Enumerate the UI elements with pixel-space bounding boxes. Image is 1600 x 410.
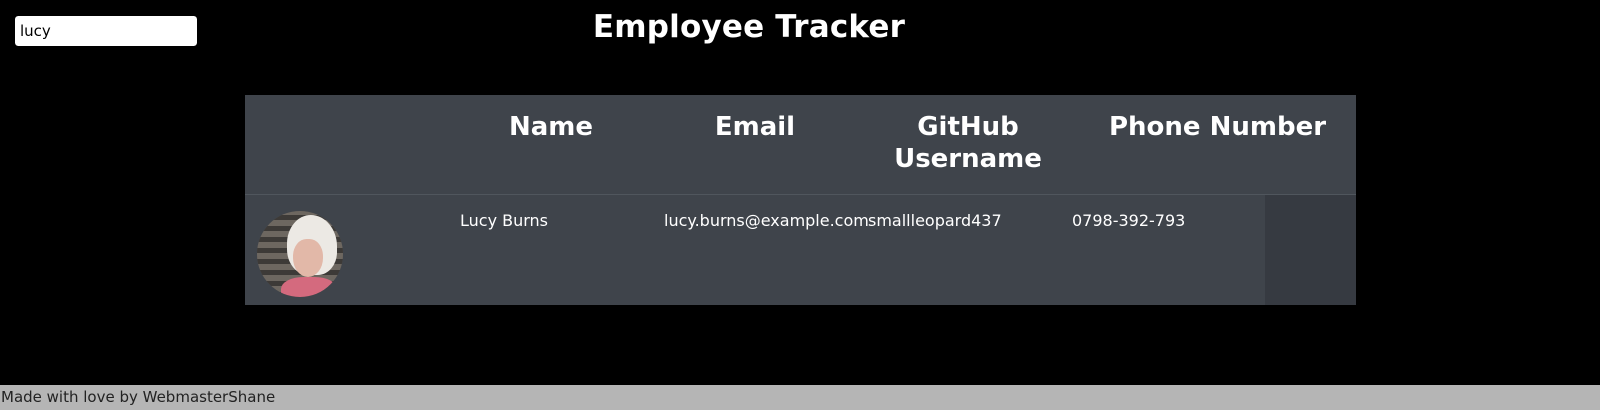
employee-table: Name Email GitHub Username Phone Number <box>245 95 1356 305</box>
column-header-name[interactable]: Name <box>449 95 653 195</box>
cell-avatar <box>245 194 449 304</box>
row-end-shade <box>1265 194 1356 305</box>
cell-email: lucy.burns@example.com <box>664 210 869 230</box>
page-title: Employee Tracker <box>592 9 906 45</box>
cell-name: Lucy Burns <box>460 210 549 230</box>
employee-table-container: Name Email GitHub Username Phone Number <box>245 95 1356 305</box>
avatar <box>257 210 343 297</box>
column-header-email[interactable]: Email <box>653 95 857 195</box>
footer: Made with love by WebmasterShane <box>0 385 1600 410</box>
table-row: Lucy Burns lucy.burns@example.com smalll… <box>245 194 1356 305</box>
phone-text: 0798-392-793 <box>1072 210 1186 230</box>
page: Employee Tracker Name Email GitHub Usern… <box>0 0 1600 410</box>
column-header-phone[interactable]: Phone Number <box>1061 95 1356 195</box>
table-header-row: Name Email GitHub Username Phone Number <box>245 95 1356 195</box>
cell-github: smallleopard437 <box>868 210 1002 230</box>
column-header-image <box>245 95 449 195</box>
cell-phone: 0798-392-793 <box>1061 194 1356 305</box>
column-header-github[interactable]: GitHub Username <box>857 95 1061 195</box>
